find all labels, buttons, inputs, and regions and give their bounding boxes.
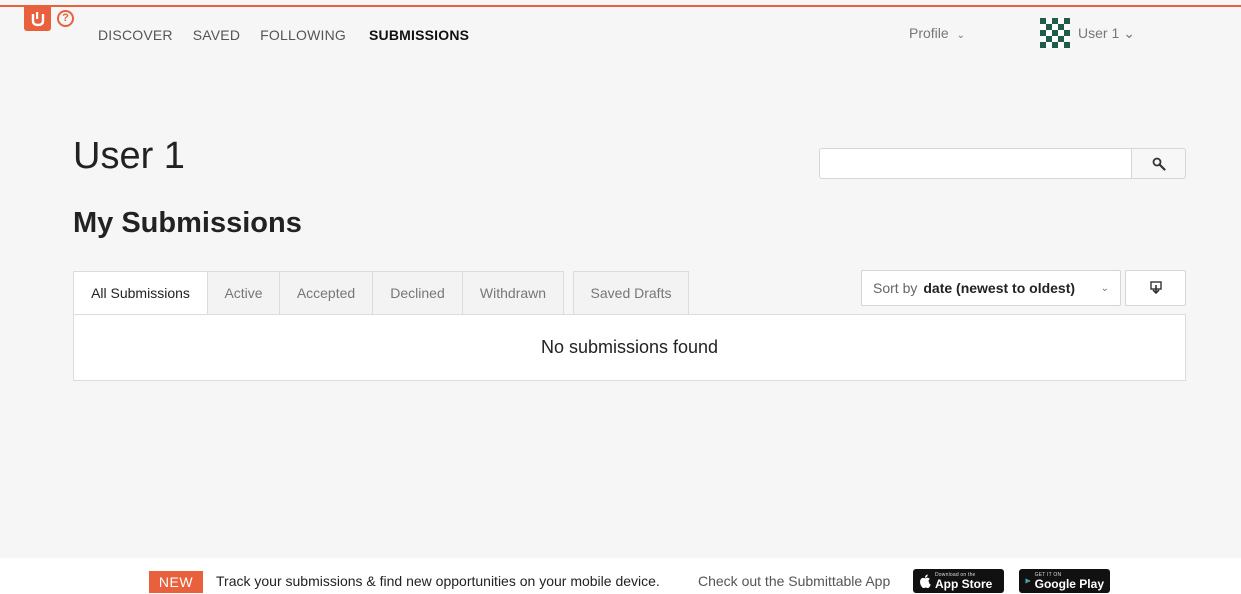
results-panel: No submissions found — [73, 314, 1186, 381]
google-play-icon — [1025, 578, 1031, 584]
empty-message: No submissions found — [540, 337, 719, 357]
footer-cta: Check out the Submittable App — [698, 573, 891, 589]
appstore-big-text: App Store — [935, 576, 993, 591]
section-title: My Submissions — [73, 207, 302, 239]
app-store-button[interactable]: Download on the App Store — [913, 569, 1004, 593]
google-play-button[interactable]: GET IT ON Google Play — [1019, 569, 1110, 593]
googleplay-big-text: Google Play — [1034, 576, 1104, 591]
top-accent-line — [0, 5, 1241, 7]
user-menu[interactable]: User 1 ⌄ — [1040, 18, 1135, 48]
avatar — [1040, 18, 1070, 48]
chevron-down-icon: ⌄ — [1100, 282, 1109, 294]
nav-following[interactable]: FOLLOWING — [260, 27, 346, 43]
submittable-logo-icon[interactable] — [24, 6, 51, 31]
sort-select[interactable]: Sort by date (newest to oldest) ⌄ — [861, 270, 1121, 306]
tab-all-submissions[interactable]: All Submissions — [73, 271, 207, 315]
chevron-down-icon: ⌄ — [956, 30, 965, 41]
search-icon — [1152, 157, 1166, 171]
nav-discover[interactable]: DISCOVER — [98, 27, 173, 43]
sort-label: Sort by — [873, 280, 918, 296]
main-nav: DISCOVER SAVED FOLLOWING SUBMISSIONS — [98, 27, 489, 43]
page-title: User 1 — [73, 135, 185, 177]
profile-menu[interactable]: Profile ⌄ — [909, 25, 965, 41]
nav-saved[interactable]: SAVED — [193, 27, 240, 43]
nav-submissions[interactable]: SUBMISSIONS — [369, 27, 469, 43]
submission-tabs: All Submissions Active Accepted Declined… — [73, 271, 564, 315]
sort-value: date (newest to oldest) — [923, 280, 1076, 296]
drafts-tabs: Saved Drafts — [573, 271, 689, 315]
download-button[interactable] — [1125, 270, 1186, 306]
tab-accepted[interactable]: Accepted — [279, 271, 372, 315]
tab-saved-drafts[interactable]: Saved Drafts — [573, 271, 689, 315]
tab-declined[interactable]: Declined — [372, 271, 462, 315]
apple-icon — [920, 574, 931, 588]
search-input[interactable] — [819, 148, 1131, 179]
user-name: User 1 — [1078, 25, 1120, 41]
search-button[interactable] — [1131, 148, 1186, 179]
tab-active[interactable]: Active — [207, 271, 279, 315]
download-icon — [1149, 281, 1162, 295]
tab-withdrawn[interactable]: Withdrawn — [462, 271, 564, 315]
new-badge: NEW — [149, 571, 203, 593]
footer-text: Track your submissions & find new opport… — [216, 573, 660, 589]
profile-menu-label: Profile — [909, 25, 949, 41]
chevron-down-icon: ⌄ — [1123, 24, 1135, 41]
help-icon[interactable]: ? — [57, 10, 74, 27]
